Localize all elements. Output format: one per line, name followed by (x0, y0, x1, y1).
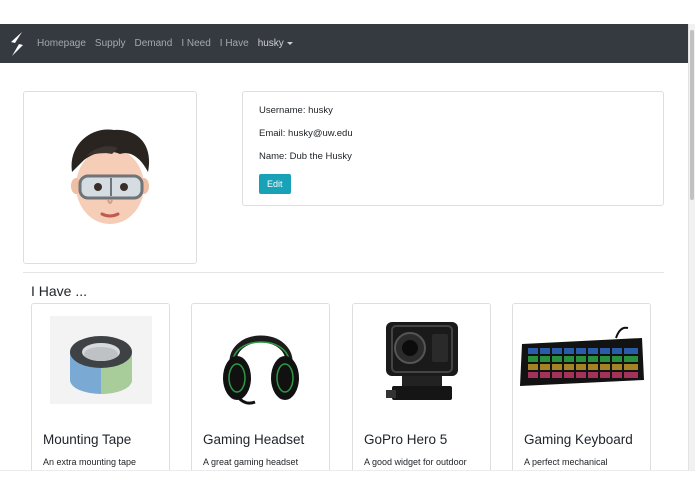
item-title: Gaming Keyboard (524, 432, 633, 447)
page-viewport: Homepage Supply Demand I Need I Have hus… (0, 24, 688, 470)
vertical-scrollbar[interactable] (688, 24, 695, 470)
item-description: A perfect mechanical (524, 457, 608, 467)
user-menu-dropdown[interactable]: husky (258, 38, 293, 49)
user-menu-label: husky (257, 38, 284, 49)
username-text: Username: husky (259, 105, 333, 116)
item-title: Gaming Headset (203, 432, 305, 447)
brand-logo-icon[interactable] (8, 30, 28, 58)
bottom-strip (0, 470, 695, 494)
profile-info-card: Username: husky Email: husky@uw.edu Name… (242, 91, 664, 206)
item-title: Mounting Tape (43, 432, 132, 447)
item-title: GoPro Hero 5 (364, 432, 448, 447)
item-description: A good widget for outdoor (364, 457, 467, 467)
section-divider (23, 272, 664, 273)
item-card-mounting-tape[interactable]: Mounting Tape An extra mounting tape (31, 303, 170, 470)
i-have-heading: I Have ... (31, 283, 88, 299)
nav-homepage[interactable]: Homepage (37, 38, 86, 49)
item-description: An extra mounting tape (43, 457, 137, 467)
keyboard-icon (513, 304, 650, 416)
tape-roll-icon (32, 304, 169, 416)
headset-icon (192, 304, 329, 416)
item-card-gaming-headset[interactable]: Gaming Headset A great gaming headset (191, 303, 330, 470)
nav-demand[interactable]: Demand (135, 38, 173, 49)
avatar-card (23, 91, 197, 264)
nav-i-need[interactable]: I Need (181, 38, 210, 49)
nav-i-have[interactable]: I Have (220, 38, 249, 49)
memoji-avatar-icon (62, 120, 158, 235)
email-text: Email: husky@uw.edu (259, 128, 353, 139)
item-card-gaming-keyboard[interactable]: Gaming Keyboard A perfect mechanical (512, 303, 651, 470)
action-camera-icon (353, 304, 490, 416)
nav-supply[interactable]: Supply (95, 38, 126, 49)
item-card-gopro-hero-5[interactable]: GoPro Hero 5 A good widget for outdoor (352, 303, 491, 470)
top-navbar: Homepage Supply Demand I Need I Have hus… (0, 24, 688, 63)
edit-profile-button[interactable]: Edit (259, 174, 291, 194)
item-description: A great gaming headset (203, 457, 299, 467)
scrollbar-thumb[interactable] (690, 30, 694, 200)
caret-down-icon (286, 42, 293, 45)
name-text: Name: Dub the Husky (259, 151, 352, 162)
